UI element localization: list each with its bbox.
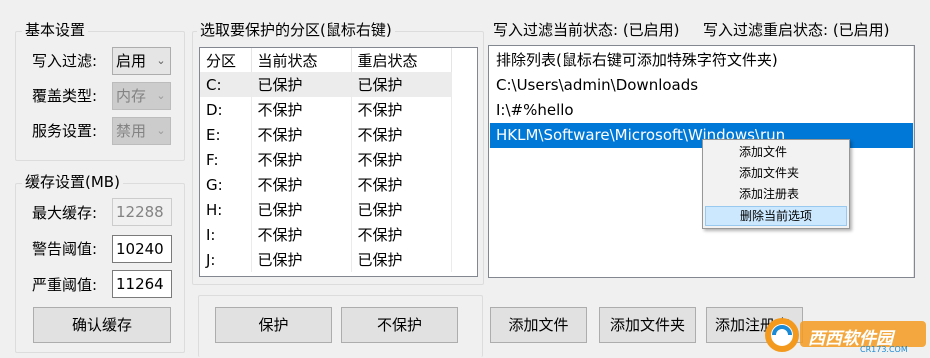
list-item[interactable]: I:\#%hello <box>490 98 913 123</box>
max-cache-field[interactable]: 12288 <box>112 198 172 226</box>
menu-item-add-folder[interactable]: 添加文件夹 <box>705 163 847 183</box>
partition-drive: F: <box>200 147 252 172</box>
chevron-down-icon: ⌄ <box>156 54 166 67</box>
overlay-type-value: 内存 <box>116 87 147 105</box>
menu-item-delete-selected[interactable]: 删除当前选项 <box>705 206 847 226</box>
severe-threshold-field[interactable]: 11264 <box>112 270 172 298</box>
partition-restart: 不保护 <box>351 172 452 197</box>
table-row[interactable]: E: 不保护 不保护 <box>200 122 452 147</box>
partition-current: 不保护 <box>251 222 352 247</box>
overlay-type-select[interactable]: 内存 ⌄ <box>112 82 171 110</box>
table-row[interactable]: C: 已保护 已保护 <box>200 72 452 97</box>
table-row[interactable]: J: 已保护 已保护 <box>200 247 452 272</box>
table-header-row: 分区 当前状态 重启状态 <box>200 48 452 72</box>
max-cache-label: 最大缓存: <box>32 204 98 222</box>
write-filter-label: 写入过滤: <box>32 52 98 70</box>
service-value: 禁用 <box>116 122 147 140</box>
partition-restart: 不保护 <box>351 122 452 147</box>
protect-button[interactable]: 保护 <box>215 307 332 343</box>
partition-list[interactable]: 分区 当前状态 重启状态 C: 已保护 已保护 D: 不保护 不保护 E: 不保… <box>199 47 478 277</box>
warn-threshold-label: 警告阈值: <box>32 240 98 258</box>
severe-threshold-label: 严重阈值: <box>32 276 98 294</box>
service-label: 服务设置: <box>32 122 98 140</box>
list-divider <box>913 46 914 277</box>
service-select[interactable]: 禁用 ⌄ <box>112 117 171 145</box>
table-row[interactable]: F: 不保护 不保护 <box>200 147 452 172</box>
table-row[interactable]: D: 不保护 不保护 <box>200 97 452 122</box>
partition-drive: G: <box>200 172 252 197</box>
list-item[interactable]: C:\Users\admin\Downloads <box>490 73 913 98</box>
table-row[interactable]: I: 不保护 不保护 <box>200 222 452 247</box>
partition-drive: E: <box>200 122 252 147</box>
partition-current: 不保护 <box>251 97 352 122</box>
chevron-down-icon: ⌄ <box>156 89 166 102</box>
partitions-title: 选取要保护的分区(鼠标右键) <box>197 21 395 39</box>
cache-settings-title: 缓存设置(MB) <box>22 173 123 191</box>
column-header[interactable]: 分区 <box>200 48 252 72</box>
add-folder-button[interactable]: 添加文件夹 <box>599 307 696 343</box>
partition-current: 已保护 <box>251 72 352 97</box>
partition-restart: 已保护 <box>351 197 452 222</box>
unprotect-button[interactable]: 不保护 <box>341 307 458 343</box>
partition-restart: 不保护 <box>351 222 452 247</box>
partition-restart: 不保护 <box>351 97 452 122</box>
watermark-subtext: CR173.COM <box>860 345 908 354</box>
chevron-down-icon: ⌄ <box>156 124 166 137</box>
list-item[interactable]: 排除列表(鼠标右键可添加特殊字符文件夹) <box>490 48 913 73</box>
write-filter-select[interactable]: 启用 ⌄ <box>112 47 171 75</box>
partition-current: 不保护 <box>251 147 352 172</box>
table-row[interactable]: H: 已保护 已保护 <box>200 197 452 222</box>
filter-restart-status: 写入过滤重启状态: (已启用) <box>703 21 890 39</box>
column-header[interactable]: 当前状态 <box>251 48 352 72</box>
partition-current: 已保护 <box>251 247 352 272</box>
table-row[interactable]: G: 不保护 不保护 <box>200 172 452 197</box>
write-filter-value: 启用 <box>116 52 147 70</box>
add-file-button[interactable]: 添加文件 <box>490 307 587 343</box>
partition-drive: I: <box>200 222 252 247</box>
menu-item-add-registry[interactable]: 添加注册表 <box>705 184 847 204</box>
confirm-cache-button[interactable]: 确认缓存 <box>33 307 171 343</box>
partition-current: 不保护 <box>251 172 352 197</box>
partition-restart: 已保护 <box>351 72 452 97</box>
column-header[interactable]: 重启状态 <box>351 48 452 72</box>
menu-item-add-file[interactable]: 添加文件 <box>705 142 847 162</box>
overlay-type-label: 覆盖类型: <box>32 87 98 105</box>
basic-settings-title: 基本设置 <box>22 21 89 39</box>
partition-drive: J: <box>200 247 252 272</box>
filter-current-status: 写入过滤当前状态: (已启用) <box>493 21 680 39</box>
partition-current: 已保护 <box>251 197 352 222</box>
partition-table: 分区 当前状态 重启状态 C: 已保护 已保护 D: 不保护 不保护 E: 不保… <box>200 48 452 272</box>
site-watermark: 西西软件园 CR173.COM <box>760 311 928 355</box>
partition-drive: H: <box>200 197 252 222</box>
partition-drive: D: <box>200 97 252 122</box>
partition-restart: 不保护 <box>351 147 452 172</box>
context-menu: 添加文件 添加文件夹 添加注册表 删除当前选项 <box>702 139 850 229</box>
partition-current: 不保护 <box>251 122 352 147</box>
partition-drive: C: <box>200 72 252 97</box>
warn-threshold-field[interactable]: 10240 <box>112 235 172 263</box>
partition-restart: 已保护 <box>351 247 452 272</box>
